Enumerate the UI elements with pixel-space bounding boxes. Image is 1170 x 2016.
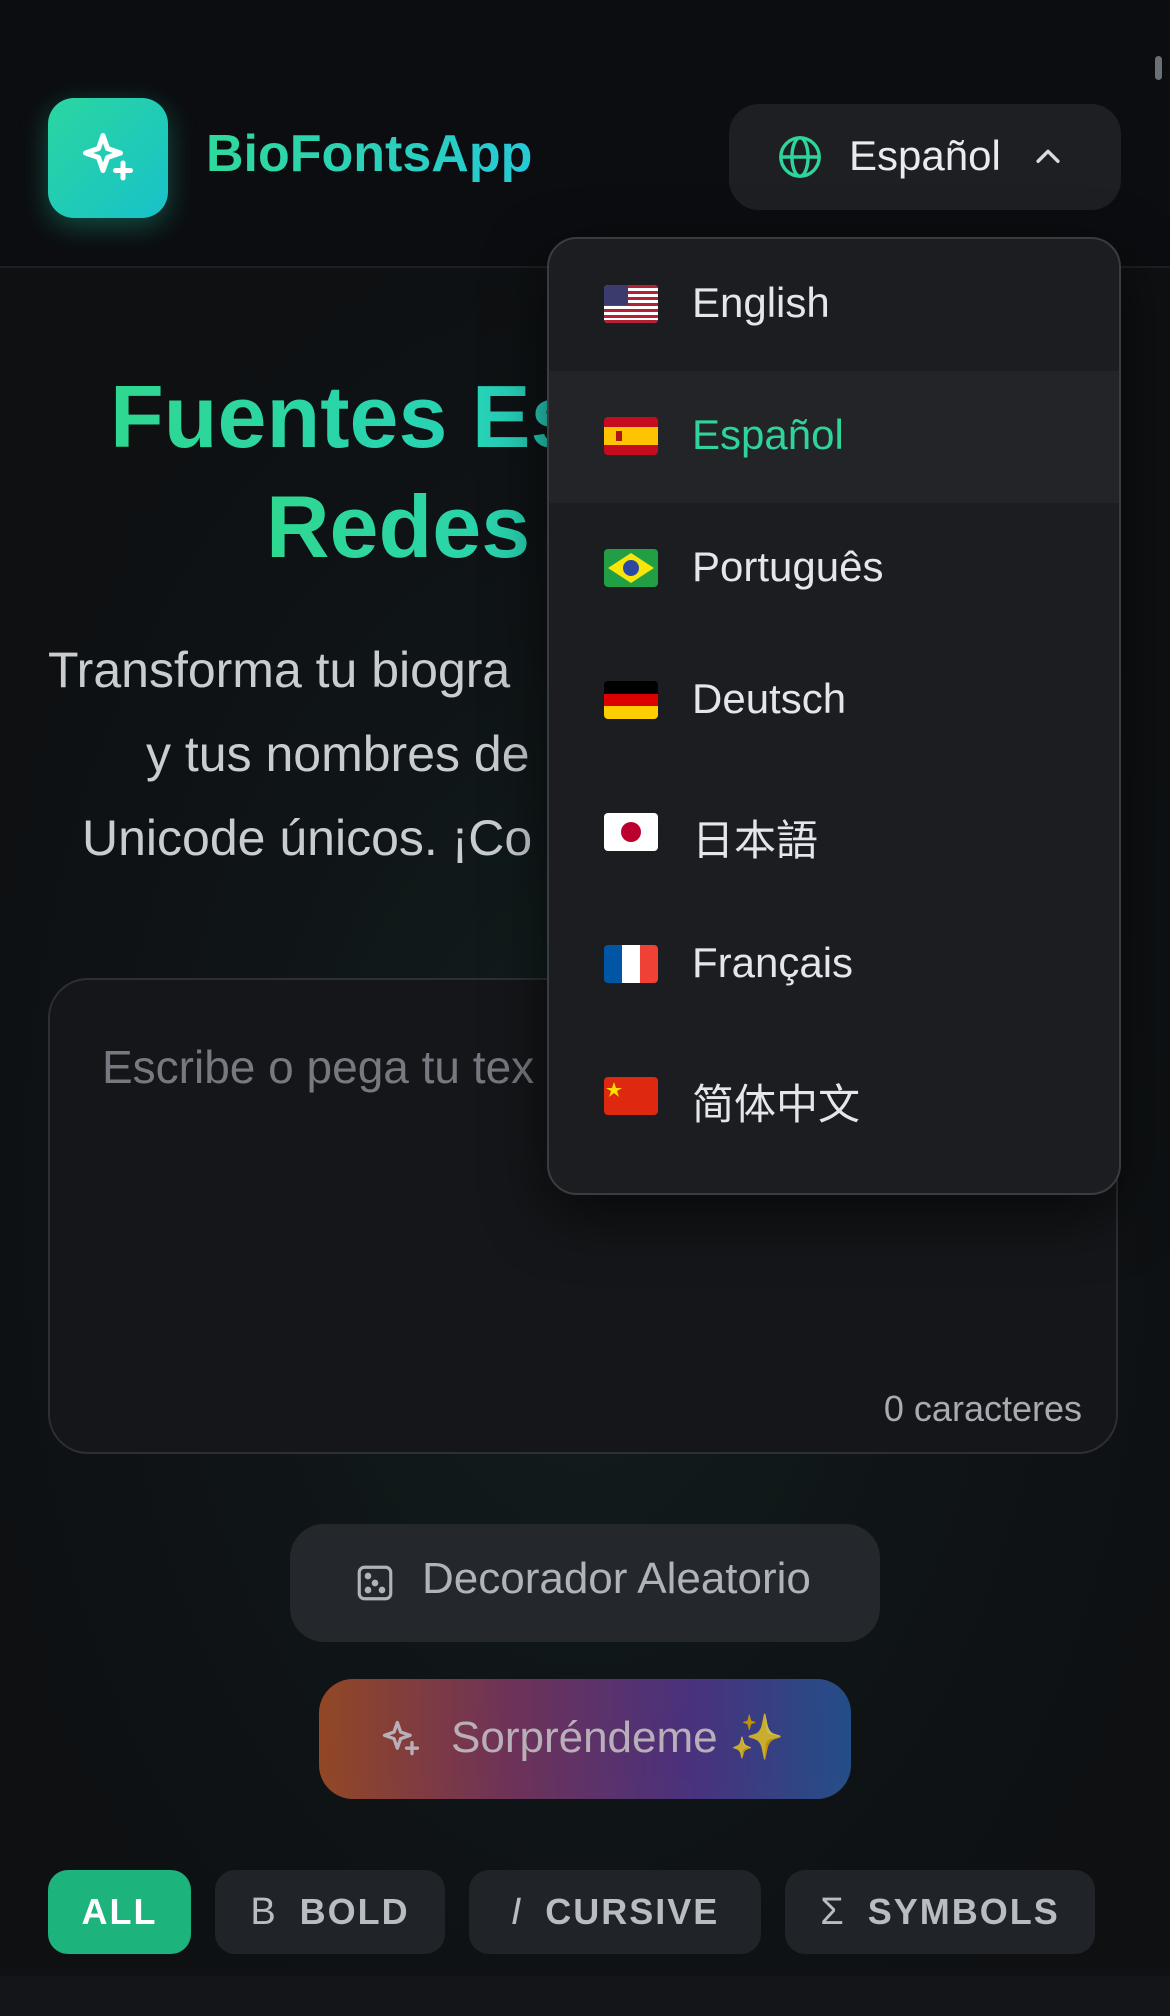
- random-decorator-button[interactable]: Decorador Aleatorio: [290, 1524, 880, 1642]
- germany-flag-icon: [604, 681, 658, 719]
- surprise-me-button[interactable]: Sorpréndeme ✨: [319, 1679, 851, 1799]
- language-option-german[interactable]: Deutsch: [549, 635, 1119, 767]
- filter-chip-all-label: ALL: [81, 1891, 158, 1932]
- filter-chip-cursive-label: CURSIVE: [545, 1891, 720, 1932]
- style-filter-bar: ALL B BOLD I CURSIVE Σ SYMBOLS: [0, 1870, 1170, 1956]
- dice-icon: [357, 1565, 393, 1601]
- language-option-english[interactable]: English: [549, 239, 1119, 371]
- random-decorator-label: Decorador Aleatorio: [422, 1554, 811, 1603]
- surprise-me-label: Sorpréndeme ✨: [451, 1713, 785, 1762]
- us-flag-icon: [604, 285, 658, 323]
- france-flag-icon: [604, 945, 658, 983]
- filter-chip-all[interactable]: ALL: [48, 1870, 191, 1954]
- filter-chip-cursive[interactable]: I CURSIVE: [469, 1870, 761, 1954]
- language-selector-label: Español: [849, 132, 1001, 179]
- china-flag-icon: [604, 1077, 658, 1115]
- scrollbar-thumb[interactable]: [1155, 56, 1162, 80]
- language-option-label: Deutsch: [692, 675, 847, 722]
- sigma-icon: Σ: [820, 1890, 846, 1933]
- italic-icon: I: [510, 1890, 524, 1933]
- spain-flag-icon: [604, 417, 658, 455]
- language-option-label: 日本語: [692, 817, 819, 864]
- sparkles-icon: [83, 133, 133, 181]
- language-option-label: Français: [692, 939, 854, 986]
- text-input-placeholder: Escribe o pega tu tex: [102, 1041, 535, 1093]
- language-option-label: Español: [692, 411, 844, 458]
- chevron-up-icon: [1036, 149, 1060, 163]
- filter-chip-symbols-label: SYMBOLS: [867, 1891, 1060, 1932]
- globe-icon: [779, 136, 821, 178]
- language-option-label: English: [692, 279, 830, 326]
- character-count: 0 caracteres: [883, 1388, 1082, 1429]
- language-option-japanese[interactable]: 日本語: [549, 767, 1119, 899]
- language-selector-button[interactable]: Español: [729, 104, 1121, 210]
- language-option-label: Português: [692, 543, 884, 590]
- app-header: BioFontsApp Español: [0, 0, 1170, 268]
- brazil-flag-icon: [604, 549, 658, 587]
- language-option-french[interactable]: Français: [549, 899, 1119, 1031]
- bottom-strip: [0, 1976, 1170, 2016]
- brand-name[interactable]: BioFontsApp: [206, 124, 532, 184]
- language-dropdown-menu: English Español Português Deutsch 日本語 Fr…: [547, 237, 1121, 1195]
- japan-flag-icon: [604, 813, 658, 851]
- filter-chip-symbols[interactable]: Σ SYMBOLS: [785, 1870, 1095, 1954]
- language-option-portuguese[interactable]: Português: [549, 503, 1119, 635]
- sparkles-icon: [382, 1720, 420, 1756]
- filter-chip-bold-label: BOLD: [299, 1891, 410, 1932]
- filter-chip-bold[interactable]: B BOLD: [215, 1870, 445, 1954]
- language-option-spanish[interactable]: Español: [549, 371, 1119, 503]
- app-logo[interactable]: [48, 98, 168, 218]
- language-option-label: 简体中文: [692, 1081, 861, 1128]
- language-option-chinese[interactable]: 简体中文: [549, 1031, 1119, 1163]
- bold-icon: B: [250, 1890, 278, 1933]
